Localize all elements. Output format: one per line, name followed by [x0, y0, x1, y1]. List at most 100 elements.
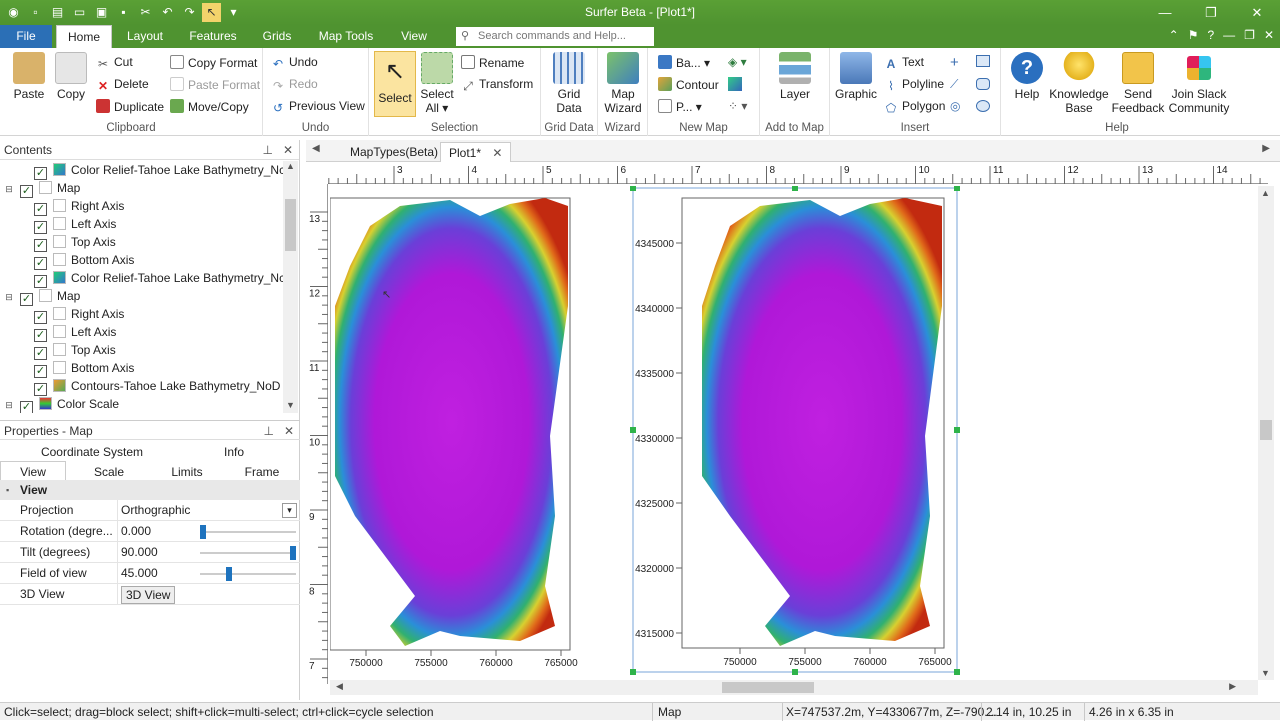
tab-maptypes[interactable]: MapTypes(Beta): [342, 142, 446, 162]
tab-scroll-left-icon[interactable]: ◀: [312, 143, 320, 154]
tab-home[interactable]: Home: [56, 25, 112, 48]
undo-button[interactable]: ↶ Undo: [271, 55, 318, 71]
properties-close-icon[interactable]: ✕: [284, 424, 294, 438]
rotation-value[interactable]: 0.000: [121, 521, 151, 542]
tab-view-props[interactable]: View: [0, 461, 66, 481]
chevron-down-icon[interactable]: ▾: [282, 503, 297, 518]
resize-handle[interactable]: [792, 186, 798, 191]
collapse-icon[interactable]: ▪: [6, 480, 9, 500]
polyline-button[interactable]: ⌇ Polyline: [884, 77, 944, 93]
rectangle-icon[interactable]: [976, 55, 990, 67]
doc-minimize-icon[interactable]: —: [1223, 28, 1235, 42]
resize-handle[interactable]: [630, 186, 636, 191]
plus-icon[interactable]: +: [950, 54, 959, 71]
paste-button[interactable]: Paste: [8, 52, 50, 101]
copy-button[interactable]: Copy: [52, 52, 90, 101]
tab-layout[interactable]: Layout: [118, 25, 172, 48]
doc-restore-icon[interactable]: ❐: [1244, 28, 1255, 42]
tree-item[interactable]: ⊟ ✓ Map: [4, 287, 80, 306]
plot-canvas[interactable]: 750000 755000 760000 765000 750000 755000 760…: [330, 186, 1258, 682]
paste-format-button[interactable]: Paste Format: [170, 77, 260, 92]
tab-features[interactable]: Features: [183, 25, 243, 48]
tab-scroll-right-icon[interactable]: ▶: [1262, 143, 1270, 154]
resize-handle[interactable]: [954, 186, 960, 191]
transform-button[interactable]: ⤢ Transform: [461, 77, 533, 93]
properties-pin-icon[interactable]: ⊥: [263, 424, 273, 438]
restore-button[interactable]: ❐: [1188, 0, 1234, 25]
more-maps-icon[interactable]: ⁘ ▾: [728, 99, 747, 113]
rounded-rectangle-icon[interactable]: [976, 78, 990, 90]
map-1[interactable]: 750000 755000 760000 765000: [330, 197, 578, 669]
join-slack-button[interactable]: Join Slack Community: [1167, 52, 1231, 115]
tree-item[interactable]: ✓ Left Axis: [34, 323, 116, 342]
polygon-button[interactable]: ⬠ Polygon: [884, 99, 946, 115]
tree-item[interactable]: ✓ Bottom Axis: [34, 251, 134, 270]
tree-item[interactable]: ✓ Left Axis: [34, 215, 116, 234]
duplicate-button[interactable]: Duplicate: [96, 99, 164, 114]
close-button[interactable]: ✕: [1234, 0, 1280, 25]
scroll-up-icon[interactable]: ▲: [286, 161, 295, 171]
tree-item[interactable]: ✓ Color Relief-Tahoe Lake Bathymetry_Nc: [34, 161, 283, 180]
tilt-slider[interactable]: [200, 552, 296, 554]
tree-item[interactable]: ✓ Top Axis: [34, 341, 116, 360]
tab-close-icon[interactable]: ✕: [492, 146, 502, 160]
resize-handle[interactable]: [630, 669, 636, 675]
layer-button[interactable]: Layer: [774, 52, 816, 101]
visibility-checkbox[interactable]: ✓: [20, 185, 33, 198]
color-relief-icon[interactable]: [728, 77, 742, 91]
tree-item[interactable]: ✓ Top Axis: [34, 233, 116, 252]
select-all-button[interactable]: Select All ▾: [419, 52, 455, 115]
field-of-view-slider[interactable]: [200, 573, 296, 575]
select-button[interactable]: ↖ Select: [374, 51, 416, 117]
circle-icon[interactable]: [976, 100, 990, 112]
expand-icon[interactable]: ⊟: [4, 288, 14, 306]
help-button[interactable]: ? Help: [1007, 52, 1047, 101]
help-small-icon[interactable]: ?: [1207, 28, 1214, 42]
tree-item[interactable]: ⊟ ✓ Map: [4, 179, 80, 198]
cut-button[interactable]: ✂ Cut: [96, 55, 133, 71]
send-feedback-button[interactable]: Send Feedback: [1111, 52, 1165, 115]
canvas-scroll-up-icon[interactable]: ▲: [1261, 188, 1270, 198]
canvas-horizontal-scrollbar[interactable]: ◀ ▶: [330, 680, 1258, 695]
tree-item[interactable]: ✓ Bottom Axis: [34, 359, 134, 378]
graphic-button[interactable]: Graphic: [834, 52, 878, 101]
tab-frame[interactable]: Frame: [224, 462, 300, 482]
projection-value[interactable]: Orthographic: [121, 500, 190, 521]
knowledge-base-button[interactable]: Knowledge Base: [1049, 52, 1109, 115]
spline-icon[interactable]: ⟋: [950, 77, 958, 92]
tilt-slider-thumb[interactable]: [290, 546, 296, 560]
tab-view[interactable]: View: [392, 25, 436, 48]
tree-item[interactable]: ⊟ ✓ Color Scale: [4, 395, 119, 413]
visibility-checkbox[interactable]: ✓: [20, 293, 33, 306]
canvas-h-scroll-thumb[interactable]: [722, 682, 814, 693]
previous-view-button[interactable]: ↺ Previous View: [271, 99, 365, 115]
tab-plot1[interactable]: Plot1* ✕: [440, 142, 512, 162]
contents-close-icon[interactable]: ✕: [283, 143, 293, 157]
grid-data-button[interactable]: Grid Data: [549, 52, 589, 115]
tab-coordinate-system[interactable]: Coordinate System: [0, 442, 184, 462]
3d-view-button[interactable]: 3D View: [121, 586, 176, 604]
contour-map-button[interactable]: Contour: [658, 77, 719, 92]
base-map-button[interactable]: Ba... ▾: [658, 55, 710, 70]
collapse-ribbon-icon[interactable]: ⌃: [1169, 28, 1179, 42]
tab-limits[interactable]: Limits: [150, 462, 224, 482]
tab-file[interactable]: File: [0, 25, 52, 48]
resize-handle[interactable]: [630, 427, 636, 433]
text-button[interactable]: A Text: [884, 55, 924, 71]
resize-handle[interactable]: [954, 669, 960, 675]
resize-handle[interactable]: [792, 669, 798, 675]
rename-button[interactable]: Rename: [461, 55, 524, 70]
tab-scale[interactable]: Scale: [68, 462, 150, 482]
scroll-down-icon[interactable]: ▼: [286, 400, 295, 410]
rotation-slider[interactable]: [200, 531, 296, 533]
tree-item[interactable]: ✓ Contours-Tahoe Lake Bathymetry_NoD: [34, 377, 280, 396]
canvas-scroll-down-icon[interactable]: ▼: [1261, 668, 1270, 678]
visibility-checkbox[interactable]: ✓: [20, 401, 33, 413]
map-wizard-button[interactable]: Map Wizard: [602, 52, 644, 115]
search-input[interactable]: ⚲ Search commands and Help...: [456, 27, 654, 46]
copy-format-button[interactable]: Copy Format: [170, 55, 257, 70]
tab-grids[interactable]: Grids: [254, 25, 300, 48]
expand-icon[interactable]: ⊟: [4, 180, 14, 198]
post-map-button[interactable]: P... ▾: [658, 99, 702, 114]
map-3d-icon[interactable]: ◈ ▾: [728, 55, 747, 69]
